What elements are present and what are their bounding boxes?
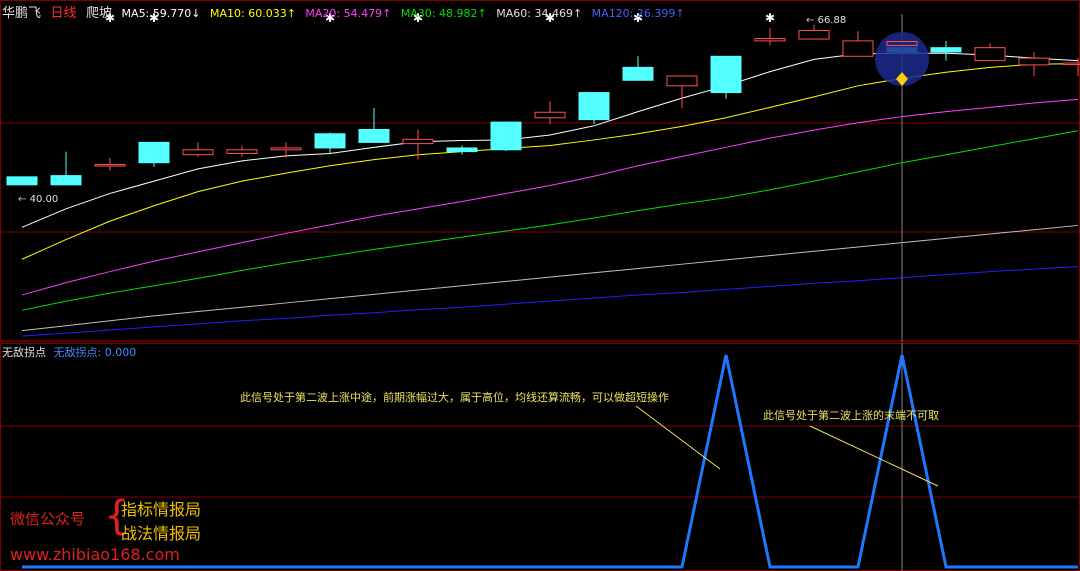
ma120-value: MA120: 26.399↑ bbox=[591, 7, 685, 20]
mode-label: 爬坡 bbox=[86, 6, 113, 21]
ma5-value: MA5: 59.770↓ bbox=[121, 7, 201, 20]
brand-line-2: 战法情报局 bbox=[121, 524, 202, 543]
candle-body bbox=[974, 47, 1006, 62]
annotation-note-2: 此信号处于第二波上涨的末端不可取 bbox=[763, 409, 939, 422]
candle-body bbox=[710, 55, 742, 94]
candle-body bbox=[622, 66, 654, 81]
wechat-label: 微信公众号 bbox=[10, 510, 86, 528]
ma60-value: MA60: 34.469↑ bbox=[496, 7, 583, 20]
candle-body bbox=[1062, 62, 1080, 66]
indicator-legend: 无敌拐点 无敌拐点: 0.000 bbox=[2, 344, 136, 360]
candle-body bbox=[754, 37, 786, 42]
candle-body bbox=[490, 121, 522, 151]
period-label[interactable]: 日线 bbox=[51, 6, 77, 21]
candle-body bbox=[1018, 57, 1050, 66]
candle-body bbox=[578, 92, 610, 121]
indicator-value: 无敌拐点: 0.000 bbox=[53, 346, 137, 359]
candle-body bbox=[798, 29, 830, 40]
ma-legend: 华鹏飞 日线 爬坡 MA5: 59.770↓ MA10: 60.033↑ MA2… bbox=[2, 2, 691, 21]
ma20-value: MA20: 54.479↑ bbox=[305, 7, 392, 20]
annotation-note-1: 此信号处于第二波上涨中途，前期涨幅过大，属于高位，均线还算流畅，可以做超短操作 bbox=[240, 391, 669, 404]
candle-body bbox=[182, 149, 214, 156]
candle-body bbox=[446, 147, 478, 153]
stock-name[interactable]: 华鹏飞 bbox=[2, 6, 41, 21]
ma30-value: MA30: 48.982↑ bbox=[400, 7, 487, 20]
ma-line-ma60 bbox=[21, 224, 1079, 332]
candle-body bbox=[94, 164, 126, 167]
candle-body bbox=[270, 147, 302, 151]
candle-body bbox=[138, 141, 170, 164]
low-price-label: ← 40.00 bbox=[18, 194, 59, 205]
candle-body bbox=[930, 47, 962, 53]
candle-body bbox=[358, 128, 390, 143]
brand-line-1: 指标情报局 bbox=[121, 500, 202, 519]
ma10-value: MA10: 60.033↑ bbox=[209, 7, 296, 20]
candle-body bbox=[666, 75, 698, 87]
candle-body bbox=[842, 40, 874, 57]
ma-line-ma30 bbox=[21, 130, 1079, 311]
brand-url[interactable]: www.zhibiao168.com bbox=[10, 545, 180, 564]
candle-body bbox=[314, 133, 346, 149]
candle-body bbox=[226, 149, 258, 154]
indicator-name[interactable]: 无敌拐点 bbox=[2, 346, 46, 359]
candle-body bbox=[6, 176, 38, 186]
ma-line-ma10 bbox=[21, 63, 1079, 260]
high-price-label: ← 66.88 bbox=[806, 15, 847, 26]
kline-chart[interactable]: ✱ ✱ ✱ ✱ ✱ ✱ ✱ bbox=[0, 0, 1080, 342]
price-chart-panel[interactable]: ✱ ✱ ✱ ✱ ✱ ✱ ✱ bbox=[0, 0, 1080, 342]
candle-body bbox=[402, 138, 434, 145]
candle-body bbox=[534, 111, 566, 119]
candle-body bbox=[50, 175, 82, 186]
star-marker: ✱ bbox=[765, 11, 775, 25]
